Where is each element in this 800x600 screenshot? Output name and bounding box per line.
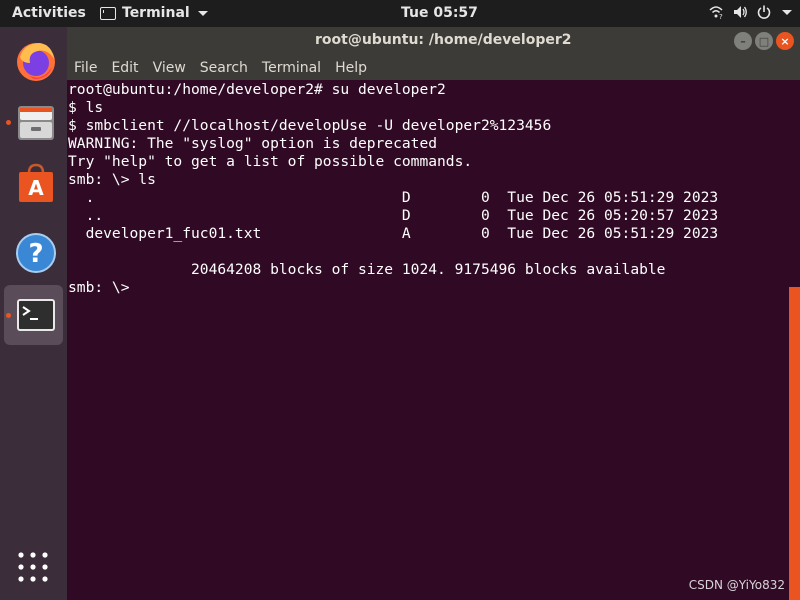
svg-text:?: ? bbox=[719, 13, 723, 20]
volume-icon bbox=[734, 6, 747, 18]
terminal-line: $ ls bbox=[68, 99, 104, 116]
terminal-line: Try "help" to get a list of possible com… bbox=[68, 153, 473, 170]
dock-item-firefox[interactable] bbox=[4, 31, 63, 91]
terminal-line: .. D 0 Tue Dec 26 05:20:57 2023 bbox=[68, 207, 719, 224]
grid-icon[interactable] bbox=[17, 551, 49, 583]
terminal-small-icon bbox=[100, 6, 116, 20]
menu-edit[interactable]: Edit bbox=[104, 60, 145, 76]
window-controls: – □ × bbox=[734, 32, 794, 50]
app-menu-label: Terminal bbox=[122, 5, 190, 21]
svg-text:A: A bbox=[28, 176, 44, 200]
dock-item-terminal[interactable] bbox=[4, 285, 63, 345]
terminal-line: smb: \> ls bbox=[68, 171, 156, 188]
caret-down-icon bbox=[782, 9, 792, 15]
software-center-icon: A bbox=[19, 163, 53, 202]
firefox-icon bbox=[17, 43, 55, 81]
terminal-prompt-line: smb: \> bbox=[68, 279, 130, 296]
terminal-icon bbox=[17, 299, 55, 331]
activities-button[interactable]: Activities bbox=[12, 5, 86, 21]
files-icon bbox=[18, 106, 54, 140]
app-menu[interactable]: Terminal bbox=[100, 5, 208, 21]
terminal-line: WARNING: The "syslog" option is deprecat… bbox=[68, 135, 438, 152]
clock[interactable]: Tue 05:57 bbox=[401, 5, 478, 21]
terminal-line: 20464208 blocks of size 1024. 9175496 bl… bbox=[68, 261, 666, 278]
power-icon bbox=[757, 5, 771, 19]
dock-item-help[interactable]: ? bbox=[4, 223, 63, 283]
top-bar: Activities Terminal Tue 05:57 ? bbox=[0, 0, 800, 27]
close-button[interactable]: × bbox=[776, 32, 794, 50]
terminal-window: root@ubuntu: /home/developer2 – □ × File… bbox=[67, 27, 800, 600]
help-icon: ? bbox=[16, 233, 56, 273]
terminal-line: root@ubuntu:/home/developer2# su develop… bbox=[68, 81, 446, 98]
scrollbar-thumb[interactable] bbox=[789, 287, 800, 600]
minimize-button[interactable]: – bbox=[734, 32, 752, 50]
menu-view[interactable]: View bbox=[146, 60, 193, 76]
terminal-output[interactable]: root@ubuntu:/home/developer2# su develop… bbox=[67, 80, 789, 600]
menu-terminal[interactable]: Terminal bbox=[255, 60, 328, 76]
terminal-line: $ smbclient //localhost/developUse -U de… bbox=[68, 117, 552, 134]
svg-text:?: ? bbox=[28, 239, 43, 269]
window-titlebar[interactable]: root@ubuntu: /home/developer2 – □ × bbox=[67, 27, 800, 55]
dock-item-files[interactable] bbox=[4, 92, 63, 152]
watermark: CSDN @YiYo832 bbox=[688, 578, 785, 592]
dock-item-software[interactable]: A bbox=[4, 153, 63, 213]
running-indicator bbox=[6, 313, 11, 318]
terminal-line: developer1_fuc01.txt A 0 Tue Dec 26 05:5… bbox=[68, 225, 719, 242]
running-indicator bbox=[6, 120, 11, 125]
network-icon: ? bbox=[709, 6, 723, 20]
menu-search[interactable]: Search bbox=[193, 60, 255, 76]
menu-help[interactable]: Help bbox=[328, 60, 374, 76]
menu-file[interactable]: File bbox=[67, 60, 104, 76]
maximize-button[interactable]: □ bbox=[755, 32, 773, 50]
window-title: root@ubuntu: /home/developer2 bbox=[315, 32, 572, 48]
terminal-line: . D 0 Tue Dec 26 05:51:29 2023 bbox=[68, 189, 719, 206]
caret-down-icon bbox=[197, 10, 208, 16]
menu-bar: File Edit View Search Terminal Help bbox=[67, 55, 800, 80]
dock: A ? bbox=[0, 27, 67, 600]
status-area[interactable]: ? bbox=[708, 4, 792, 20]
